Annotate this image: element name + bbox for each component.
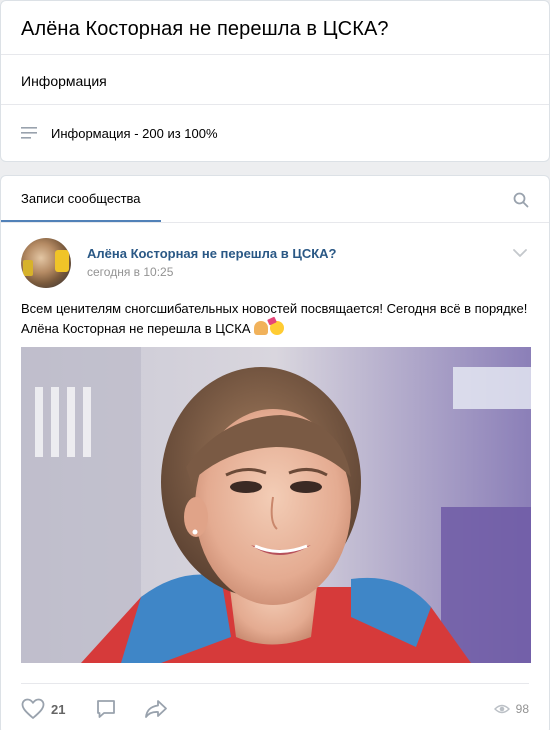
heart-icon [21, 698, 45, 719]
partying-face-icon [269, 321, 284, 335]
like-count: 21 [51, 701, 66, 717]
info-text: Информация - 200 из 100% [51, 125, 218, 141]
post-timestamp[interactable]: сегодня в 10:25 [87, 265, 173, 279]
avatar-decor [55, 250, 69, 272]
share-button[interactable] [144, 698, 168, 720]
divider [1, 104, 549, 105]
post-photo-image [21, 347, 531, 663]
info-section-label: Информация [21, 73, 107, 89]
post-text: Всем ценителям сногсшибательных новостей… [21, 299, 529, 339]
avatar[interactable] [21, 238, 71, 288]
share-icon [145, 700, 167, 718]
page-title: Алёна Косторная не перешла в ЦСКА? [21, 18, 389, 40]
divider [21, 683, 529, 684]
avatar-decor [23, 260, 33, 276]
eye-icon [493, 704, 510, 714]
group-header-card: Алёна Косторная не перешла в ЦСКА? Инфор… [0, 0, 550, 162]
wall-card: Записи сообщества Алёна Косторная не пер… [0, 175, 550, 730]
search-icon[interactable] [513, 192, 529, 208]
post-author-link[interactable]: Алёна Косторная не перешла в ЦСКА? [87, 246, 337, 261]
lines-icon [21, 127, 37, 139]
folded-hands-icon [253, 321, 268, 335]
chevron-down-icon[interactable] [513, 248, 527, 258]
divider [1, 54, 549, 55]
comment-button[interactable] [95, 698, 117, 720]
divider [1, 222, 549, 223]
post-photo[interactable] [21, 347, 531, 663]
info-row[interactable]: Информация - 200 из 100% [21, 117, 529, 149]
views-counter: 98 [493, 698, 529, 720]
tab-community-posts[interactable]: Записи сообщества [1, 176, 161, 222]
views-count: 98 [515, 702, 529, 716]
like-button[interactable]: 21 [21, 698, 65, 720]
comment-icon [97, 700, 115, 718]
